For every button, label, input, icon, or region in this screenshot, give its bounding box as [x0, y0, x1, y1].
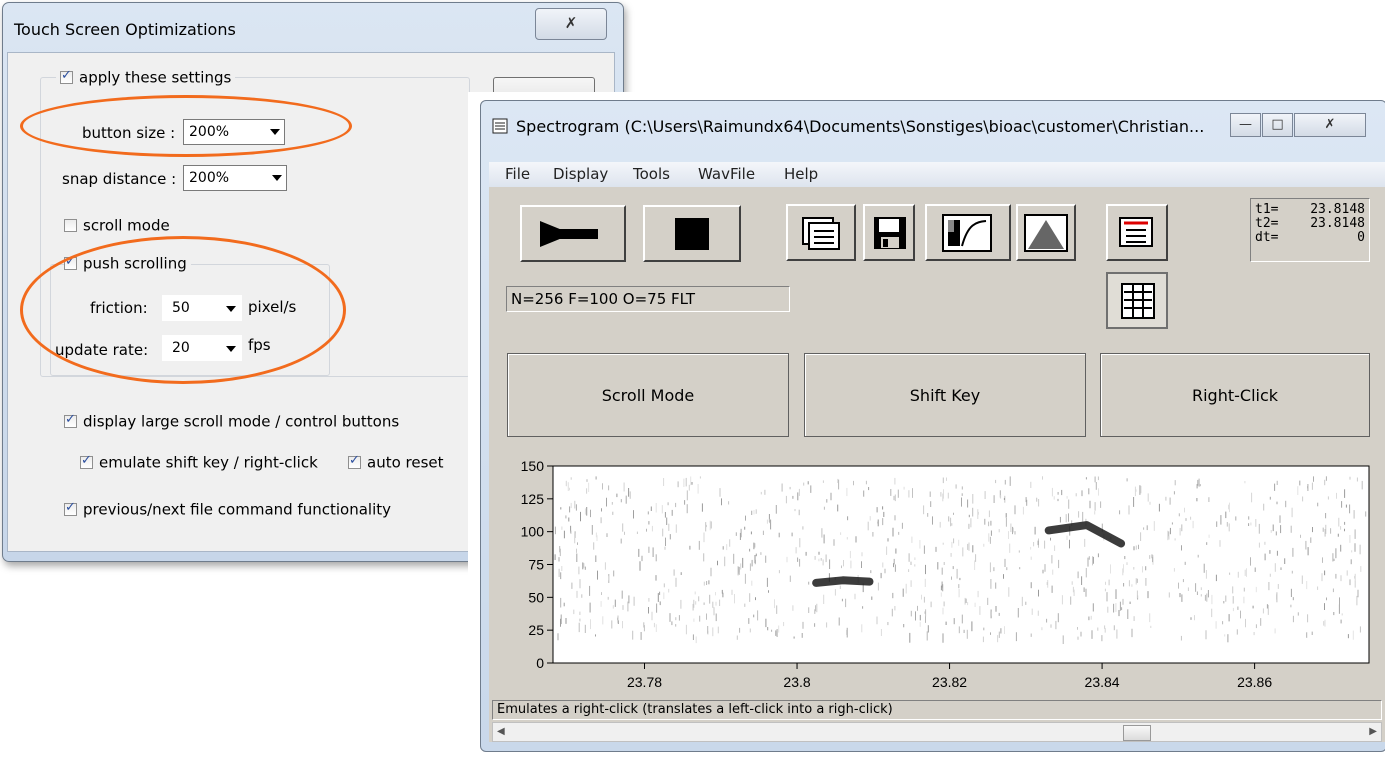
analysis-params: N=256 F=100 O=75 FLT: [506, 286, 790, 312]
scroll-mode-button[interactable]: Scroll Mode: [507, 353, 789, 437]
menu-tools[interactable]: Tools: [633, 165, 670, 183]
menu-bar: File Display Tools WavFile Help: [489, 162, 1385, 187]
print-button[interactable]: [1106, 204, 1168, 261]
close-icon: ✗: [564, 14, 578, 32]
t2-label: t2=: [1255, 216, 1279, 231]
minimize-icon: —: [1239, 117, 1252, 132]
scroll-mode-checkbox[interactable]: scroll mode: [64, 216, 170, 235]
menu-display[interactable]: Display: [553, 165, 608, 183]
filter-button[interactable]: [925, 204, 1011, 261]
close-button[interactable]: ✗: [1294, 113, 1366, 137]
scrollbar-thumb[interactable]: [1123, 725, 1151, 741]
app-icon: [492, 118, 508, 134]
shift-key-button[interactable]: Shift Key: [804, 353, 1086, 437]
maximize-button[interactable]: □: [1262, 113, 1293, 137]
filter-icon: [942, 214, 992, 252]
checkbox-icon: [348, 453, 361, 469]
time-readout: t1= 23.8148 t2= 23.8148 dt= 0: [1250, 198, 1370, 262]
right-click-button[interactable]: Right-Click: [1100, 353, 1370, 437]
y-tick-label: 25: [528, 622, 544, 638]
y-tick-label: 100: [521, 524, 545, 540]
columns-icon: [1121, 283, 1155, 319]
dt-value: 0: [1357, 230, 1365, 245]
prev-next-file-checkbox[interactable]: previous/next file command functionality: [64, 500, 391, 519]
dt-label: dt=: [1255, 230, 1279, 245]
apply-settings-checkbox[interactable]: apply these settings: [56, 68, 236, 87]
highlight-ellipse-button-size: [20, 95, 352, 157]
t1-label: t1=: [1255, 202, 1279, 217]
scroll-left-icon[interactable]: ◀: [497, 726, 505, 737]
y-tick-label: 50: [528, 589, 544, 605]
snap-distance-select[interactable]: 200%: [183, 165, 287, 191]
auto-reset-checkbox[interactable]: auto reset: [348, 453, 444, 472]
menu-file[interactable]: File: [505, 165, 530, 183]
copy-window-button[interactable]: [786, 204, 856, 261]
play-icon: [540, 221, 598, 247]
menu-wavfile[interactable]: WavFile: [698, 165, 755, 183]
columns-button[interactable]: [1106, 272, 1168, 329]
save-button[interactable]: [863, 204, 915, 261]
save-icon: [874, 217, 906, 249]
menu-help[interactable]: Help: [784, 165, 818, 183]
dialog-title: Touch Screen Optimizations: [14, 20, 236, 39]
y-tick-label: 150: [521, 458, 545, 474]
plot-area: [552, 465, 1370, 664]
print-icon: [1119, 217, 1153, 247]
close-icon: ✗: [1324, 117, 1336, 132]
checkbox-icon: [60, 68, 73, 84]
y-tick-label: 75: [528, 557, 544, 573]
play-button[interactable]: [520, 205, 626, 262]
envelope-button[interactable]: [1016, 204, 1076, 261]
t2-value: 23.8148: [1310, 216, 1365, 231]
minimize-button[interactable]: —: [1230, 113, 1261, 137]
x-tick-label: 23.84: [1085, 674, 1120, 690]
envelope-icon: [1024, 214, 1068, 252]
checkbox-icon: [64, 500, 77, 516]
call-1: [812, 576, 874, 587]
copy-window-icon: [802, 217, 840, 250]
y-tick-label: 125: [521, 491, 545, 507]
dialog-close-button[interactable]: ✗: [535, 8, 607, 40]
chevron-down-icon: [272, 175, 282, 181]
x-tick-label: 23.82: [932, 674, 967, 690]
checkbox-icon: [80, 453, 93, 469]
t1-value: 23.8148: [1310, 202, 1365, 217]
spectrogram-chart[interactable]: 0 25 50 75 100 125 150 23.78 23.8 23.82 23.84 23.86…: [489, 450, 1385, 700]
stop-button[interactable]: [643, 205, 741, 262]
highlight-ellipse-push-scrolling: [20, 236, 346, 384]
snap-distance-label: snap distance :: [62, 170, 177, 188]
y-tick-label: 0: [536, 655, 544, 671]
emulate-shift-checkbox[interactable]: emulate shift key / right-click: [80, 453, 318, 472]
x-tick-label: 23.8: [783, 674, 810, 690]
display-large-buttons-checkbox[interactable]: display large scroll mode / control butt…: [64, 412, 399, 431]
stop-icon: [675, 218, 709, 250]
maximize-icon: □: [1271, 117, 1284, 132]
checkbox-icon: [64, 412, 77, 428]
checkbox-icon: [64, 219, 77, 232]
horizontal-scrollbar[interactable]: ◀ ▶: [492, 722, 1382, 742]
status-bar: Emulates a right-click (translates a lef…: [492, 700, 1382, 720]
x-tick-label: 23.78: [627, 674, 662, 690]
scroll-right-icon[interactable]: ▶: [1369, 726, 1377, 737]
x-tick-label: 23.86: [1237, 674, 1272, 690]
window-title: Spectrogram (C:\Users\Raimundx64\Documen…: [516, 117, 1205, 136]
